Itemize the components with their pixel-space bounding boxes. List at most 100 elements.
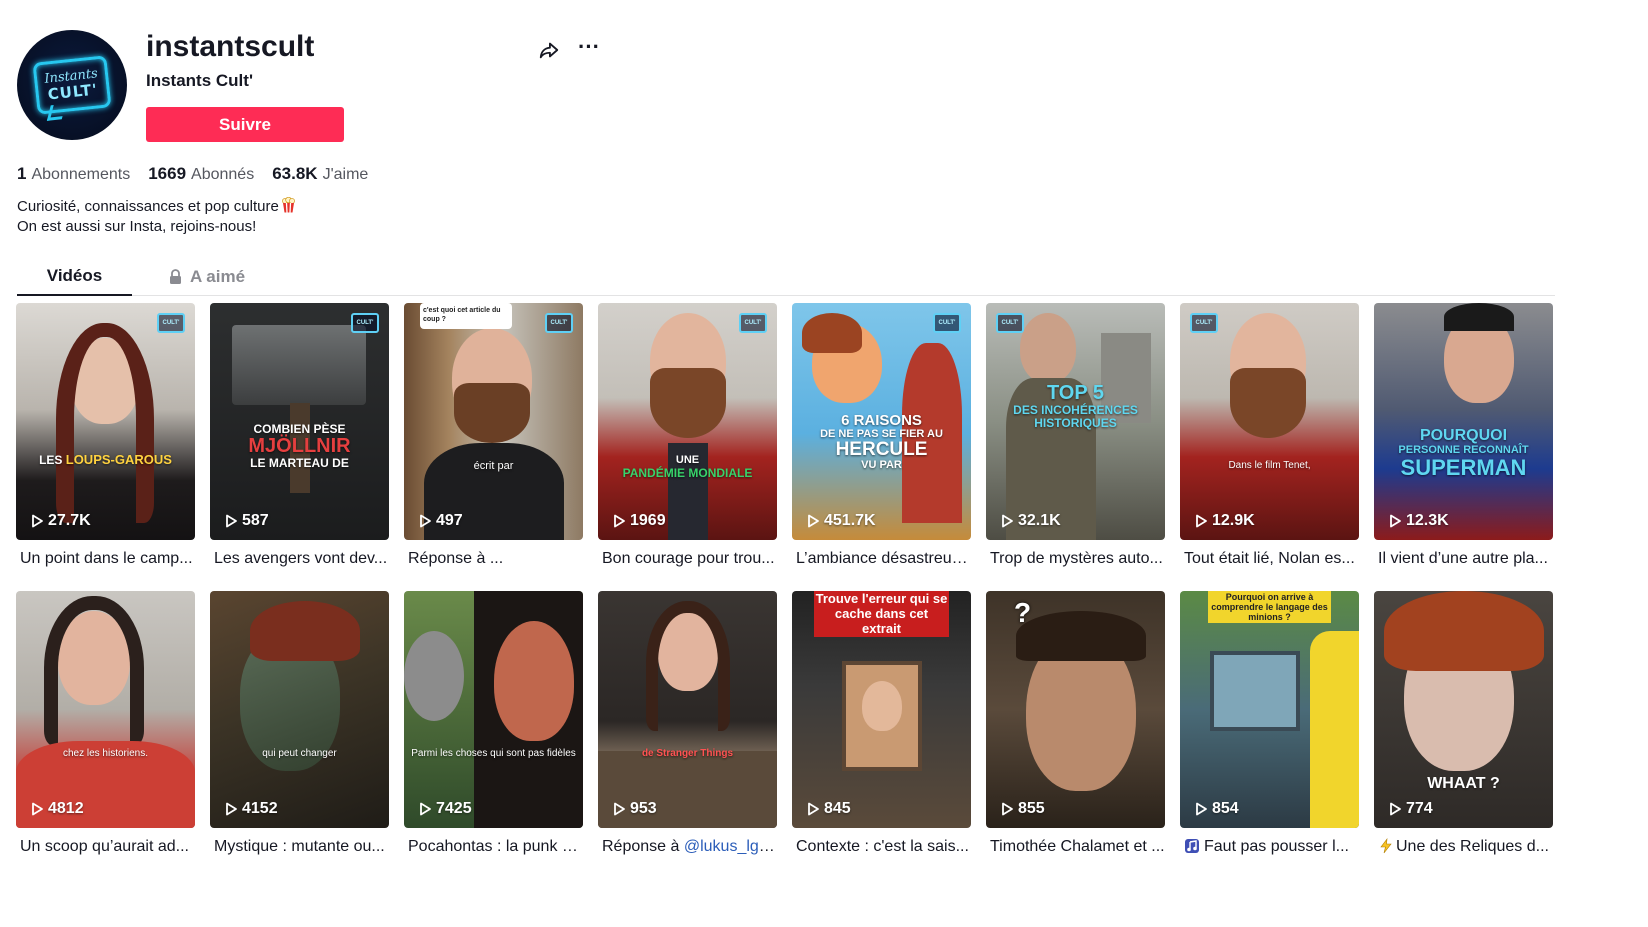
play-icon <box>1196 802 1207 816</box>
cult-badge: CULT' <box>996 313 1024 333</box>
video-thumbnail[interactable]: Pourquoi on arrive à comprendre le langa… <box>1180 591 1359 828</box>
video-card[interactable]: CULT' UNE PANDÉMIE MONDIALE 1969 Bon cou… <box>598 303 777 569</box>
video-card[interactable]: Trouve l'erreur qui se cache dans cet ex… <box>792 591 971 857</box>
video-caption[interactable]: Un scoop qu’aurait ad... <box>16 837 195 857</box>
followers-stat[interactable]: 1669 Abonnés <box>148 164 254 184</box>
view-count: 4812 <box>30 800 84 818</box>
video-caption[interactable]: Timothée Chalamet et ... <box>986 837 1165 857</box>
video-overlay-text: qui peut changer <box>262 748 337 759</box>
video-thumbnail[interactable]: CULT' TOP 5 DES INCOHÉRENCES HISTORIQUES… <box>986 303 1165 540</box>
video-thumbnail[interactable]: CULT' Dans le film Tenet, 12.9K <box>1180 303 1359 540</box>
video-card[interactable]: CULT' LES LOUPS-GAROUS 27.7K Un point da… <box>16 303 195 569</box>
video-thumbnail[interactable]: chez les historiens. 4812 <box>16 591 195 828</box>
video-card[interactable]: Parmi les choses qui sont pas fidèles 74… <box>404 591 583 857</box>
caption-prefix: Réponse à <box>602 838 684 855</box>
video-card[interactable]: Pourquoi on arrive à comprendre le langa… <box>1180 591 1359 857</box>
video-card[interactable]: c'est quoi cet article du coup ? CULT' é… <box>404 303 583 569</box>
video-thumbnail[interactable]: de Stranger Things 953 <box>598 591 777 828</box>
video-overlay-text: Trouve l'erreur qui se cache dans cet ex… <box>814 591 949 637</box>
bio-line-1: Curiosité, connaissances et pop culture <box>17 197 295 217</box>
view-count: 32.1K <box>1000 512 1061 530</box>
video-card[interactable]: CULT' COMBIEN PÈSE MJÖLLNIR LE MARTEAU D… <box>210 303 389 569</box>
lightning-icon <box>1380 838 1392 854</box>
video-overlay-text: Dans le film Tenet, <box>1228 460 1311 471</box>
video-thumbnail[interactable]: POURQUOI PERSONNE RECONNAÎT SUPERMAN 12.… <box>1374 303 1553 540</box>
video-overlay-text: TOP 5 DES INCOHÉRENCES HISTORIQUES <box>1013 382 1138 430</box>
profile-stats: 1 Abonnements 1669 Abonnés 63.8K J'aime <box>17 164 368 184</box>
play-icon <box>32 514 43 528</box>
video-caption[interactable]: Réponse à ... <box>404 549 583 569</box>
mention-link[interactable]: @lukus_lgl <box>684 838 775 855</box>
video-thumbnail[interactable]: CULT' LES LOUPS-GAROUS 27.7K <box>16 303 195 540</box>
view-count: 451.7K <box>806 512 876 530</box>
avatar-logo: Instants CULT' <box>32 55 112 115</box>
view-count: 4152 <box>224 800 278 818</box>
view-count: 854 <box>1194 800 1239 818</box>
video-card[interactable]: CULT' TOP 5 DES INCOHÉRENCES HISTORIQUES… <box>986 303 1165 569</box>
video-card[interactable]: qui peut changer 4152 Mystique : mutante… <box>210 591 389 857</box>
video-caption[interactable]: Bon courage pour trou... <box>598 549 777 569</box>
video-caption[interactable]: Pocahontas : la punk d... <box>404 837 583 857</box>
caption-text: Une des Reliques d... <box>1396 838 1549 855</box>
view-count: 845 <box>806 800 851 818</box>
view-count: 12.9K <box>1194 512 1255 530</box>
more-icon[interactable]: ··· <box>577 36 601 62</box>
popcorn-icon <box>281 197 295 213</box>
video-thumbnail[interactable]: c'est quoi cet article du coup ? CULT' é… <box>404 303 583 540</box>
view-count: 587 <box>224 512 269 530</box>
avatar[interactable]: Instants CULT' <box>17 30 127 140</box>
video-caption[interactable]: Il vient d’une autre pla... <box>1374 549 1553 569</box>
video-thumbnail[interactable]: Trouve l'erreur qui se cache dans cet ex… <box>792 591 971 828</box>
nickname: Instants Cult' <box>146 71 253 90</box>
video-caption[interactable]: Contexte : c'est la sais... <box>792 837 971 857</box>
video-thumbnail[interactable]: qui peut changer 4152 <box>210 591 389 828</box>
view-count: 774 <box>1388 800 1433 818</box>
video-caption[interactable]: Un point dans le camp... <box>16 549 195 569</box>
followers-label: Abonnés <box>191 166 255 183</box>
cult-badge: CULT' <box>739 313 767 333</box>
video-overlay-text: Parmi les choses qui sont pas fidèles <box>411 748 576 759</box>
video-card[interactable]: POURQUOI PERSONNE RECONNAÎT SUPERMAN 12.… <box>1374 303 1553 569</box>
video-card[interactable]: ? 855 Timothée Chalamet et ... <box>986 591 1165 857</box>
profile-header: Instants CULT' instantscult Instants Cul… <box>17 30 617 145</box>
video-thumbnail[interactable]: CULT' 6 RAISONS DE NE PAS SE FIER AU HER… <box>792 303 971 540</box>
play-icon <box>1002 802 1013 816</box>
video-caption[interactable]: Tout était lié, Nolan es... <box>1180 549 1359 569</box>
cult-badge: CULT' <box>933 313 961 333</box>
video-overlay-text: de Stranger Things <box>641 748 734 759</box>
cult-badge: CULT' <box>1190 313 1218 333</box>
video-card[interactable]: chez les historiens. 4812 Un scoop qu’au… <box>16 591 195 857</box>
video-thumbnail[interactable]: Parmi les choses qui sont pas fidèles 74… <box>404 591 583 828</box>
bio: Curiosité, connaissances et pop culture … <box>17 197 295 237</box>
follow-button[interactable]: Suivre <box>146 107 344 142</box>
video-caption[interactable]: Réponse à @lukus_lgl ... <box>598 837 777 857</box>
following-stat[interactable]: 1 Abonnements <box>17 164 130 184</box>
video-caption[interactable]: Trop de mystères auto... <box>986 549 1165 569</box>
tab-liked[interactable]: A aimé <box>162 257 252 296</box>
share-icon[interactable] <box>538 39 560 61</box>
play-icon <box>808 514 819 528</box>
video-caption[interactable]: Une des Reliques d... <box>1374 837 1553 857</box>
video-caption[interactable]: L’ambiance désastreus... <box>792 549 971 569</box>
video-thumbnail[interactable]: CULT' UNE PANDÉMIE MONDIALE 1969 <box>598 303 777 540</box>
view-count: 1969 <box>612 512 666 530</box>
video-card[interactable]: CULT' 6 RAISONS DE NE PAS SE FIER AU HER… <box>792 303 971 569</box>
play-icon <box>226 514 237 528</box>
video-thumbnail[interactable]: WHAAT ? 774 <box>1374 591 1553 828</box>
view-count: 855 <box>1000 800 1045 818</box>
caption-text: Faut pas pousser l... <box>1204 838 1349 855</box>
video-caption[interactable]: Faut pas pousser l... <box>1180 837 1359 857</box>
video-thumbnail[interactable]: ? 855 <box>986 591 1165 828</box>
video-caption[interactable]: Les avengers vont dev... <box>210 549 389 569</box>
video-overlay-text: POURQUOI PERSONNE RECONNAÎT SUPERMAN <box>1398 427 1529 481</box>
video-thumbnail[interactable]: CULT' COMBIEN PÈSE MJÖLLNIR LE MARTEAU D… <box>210 303 389 540</box>
likes-label: J'aime <box>322 166 369 183</box>
video-overlay-text: LES LOUPS-GAROUS <box>39 452 172 467</box>
tab-videos[interactable]: Vidéos <box>17 257 132 296</box>
video-card[interactable]: de Stranger Things 953 Réponse à @lukus_… <box>598 591 777 857</box>
video-card[interactable]: WHAAT ? 774 Une des Reliques d... <box>1374 591 1553 857</box>
video-overlay-text: 6 RAISONS DE NE PAS SE FIER AU HERCULE V… <box>820 412 943 472</box>
video-card[interactable]: CULT' Dans le film Tenet, 12.9K Tout éta… <box>1180 303 1359 569</box>
video-caption[interactable]: Mystique : mutante ou... <box>210 837 389 857</box>
play-icon <box>420 802 431 816</box>
